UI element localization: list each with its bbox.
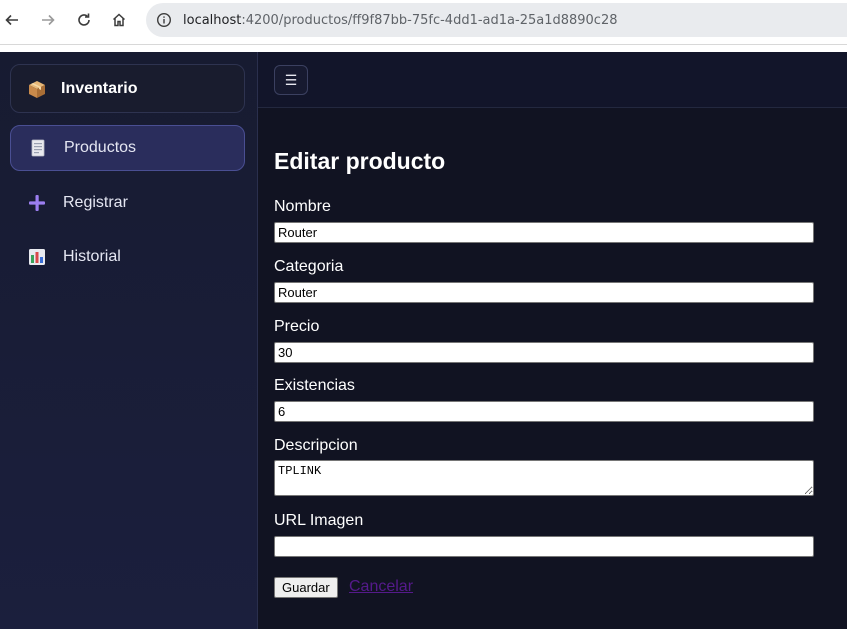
existencias-input[interactable] bbox=[274, 401, 814, 422]
browser-toolbar: localhost:4200/productos/ff9f87bb-75fc-4… bbox=[0, 0, 847, 44]
brand[interactable]: Inventario bbox=[10, 64, 245, 113]
save-button[interactable]: Guardar bbox=[274, 577, 338, 598]
menu-toggle-button[interactable]: ☰ bbox=[274, 65, 308, 95]
forward-button[interactable] bbox=[36, 8, 60, 32]
hamburger-icon: ☰ bbox=[284, 71, 298, 88]
reload-icon bbox=[78, 13, 90, 26]
categoria-input[interactable] bbox=[274, 282, 814, 303]
nombre-input[interactable] bbox=[274, 222, 814, 243]
back-button[interactable] bbox=[0, 8, 24, 32]
cancel-link[interactable]: Cancelar bbox=[349, 578, 413, 596]
sidebar-item-label: Productos bbox=[64, 139, 137, 156]
sidebar-item-label: Registrar bbox=[63, 194, 128, 211]
home-icon bbox=[112, 13, 126, 27]
sidebar-item-productos[interactable]: Productos bbox=[10, 125, 245, 171]
existencias-label: Existencias bbox=[274, 377, 355, 394]
nombre-label: Nombre bbox=[274, 198, 331, 215]
back-arrow-icon bbox=[5, 14, 18, 26]
reload-button[interactable] bbox=[72, 8, 96, 32]
url-imagen-input[interactable] bbox=[274, 536, 814, 557]
sidebar: Inventario Productos Registrar Historial bbox=[0, 52, 258, 629]
topbar: ☰ bbox=[258, 52, 847, 108]
bar-chart-icon bbox=[26, 246, 48, 268]
document-icon bbox=[27, 137, 49, 159]
info-icon[interactable] bbox=[156, 12, 172, 28]
main-content: ☰ Editar producto Nombre Categoria Preci… bbox=[258, 52, 847, 629]
descripcion-label: Descripcion bbox=[274, 437, 358, 454]
package-icon bbox=[27, 79, 47, 99]
home-button[interactable] bbox=[107, 8, 131, 32]
precio-input[interactable] bbox=[274, 342, 814, 363]
url-imagen-label: URL Imagen bbox=[274, 512, 364, 529]
app-root: Inventario Productos Registrar Historial… bbox=[0, 52, 847, 629]
sidebar-item-label: Historial bbox=[63, 248, 121, 265]
categoria-label: Categoria bbox=[274, 258, 344, 275]
url-text: localhost:4200/productos/ff9f87bb-75fc-4… bbox=[183, 12, 618, 28]
precio-label: Precio bbox=[274, 318, 320, 335]
forward-arrow-icon bbox=[42, 14, 55, 26]
brand-title: Inventario bbox=[61, 79, 138, 97]
sidebar-item-historial[interactable]: Historial bbox=[10, 234, 245, 280]
descripcion-textarea[interactable]: TPLINK bbox=[274, 460, 814, 496]
page-title: Editar producto bbox=[274, 148, 446, 174]
plus-icon bbox=[26, 192, 48, 214]
chrome-divider bbox=[0, 44, 847, 52]
sidebar-item-registrar[interactable]: Registrar bbox=[10, 180, 245, 226]
address-bar[interactable]: localhost:4200/productos/ff9f87bb-75fc-4… bbox=[146, 3, 847, 37]
